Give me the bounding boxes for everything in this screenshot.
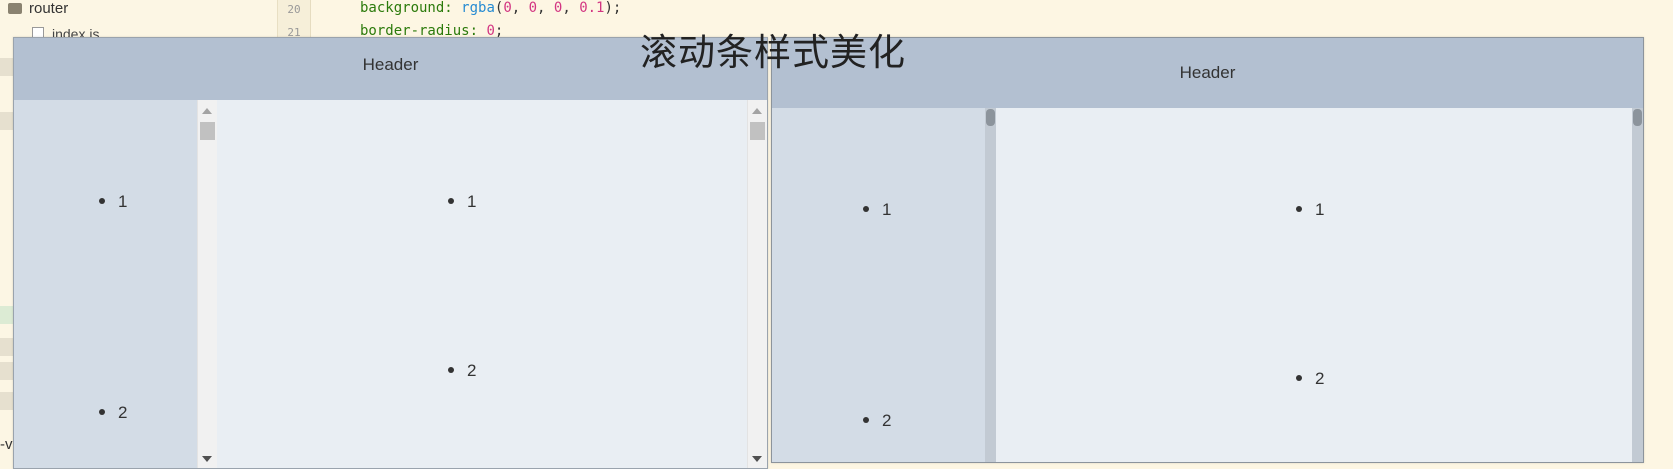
list-item: 2 xyxy=(863,411,891,431)
list-item: 2 xyxy=(448,361,476,381)
tree-stub xyxy=(0,338,14,356)
bullet-icon xyxy=(1296,375,1302,381)
scroll-up-arrow-icon[interactable] xyxy=(752,108,762,114)
list-item-label: 1 xyxy=(467,192,477,211)
demo-styled-scrollbar: Header 1 2 1 2 xyxy=(771,37,1644,463)
demo-main[interactable]: 1 2 xyxy=(217,100,767,468)
list-item-label: 1 xyxy=(118,192,128,211)
list-item: 2 xyxy=(99,403,127,423)
bullet-icon xyxy=(99,409,105,415)
list-item-label: 2 xyxy=(882,411,892,430)
code-num: 0 xyxy=(503,0,512,16)
list-item-label: 1 xyxy=(882,200,892,219)
code-punc: , xyxy=(511,0,529,16)
folder-icon xyxy=(8,3,22,14)
tree-folder-router[interactable]: router xyxy=(8,0,68,17)
list-item-label: 2 xyxy=(118,403,128,422)
scroll-thumb[interactable] xyxy=(200,122,215,140)
scroll-down-arrow-icon[interactable] xyxy=(202,456,212,462)
code-punc: ); xyxy=(604,0,622,16)
scroll-thumb[interactable] xyxy=(1633,109,1642,126)
styled-scrollbar[interactable] xyxy=(1632,108,1643,462)
list-item: 1 xyxy=(1296,200,1324,220)
bullet-icon xyxy=(448,367,454,373)
list-item: 1 xyxy=(448,192,476,212)
demo-aside[interactable]: 1 2 xyxy=(772,108,996,462)
list-item-label: 1 xyxy=(1315,200,1325,219)
list-item-label: 2 xyxy=(467,361,477,380)
scrollbar[interactable] xyxy=(747,100,767,468)
tree-stub xyxy=(0,306,14,324)
bullet-icon xyxy=(1296,206,1302,212)
list-item: 1 xyxy=(863,200,891,220)
demo-default-scrollbar: Header 1 2 1 2 xyxy=(13,37,768,469)
tree-cut-text: -v xyxy=(0,436,13,453)
scroll-thumb[interactable] xyxy=(750,122,765,140)
tree-folder-label: router xyxy=(29,0,69,17)
scroll-thumb[interactable] xyxy=(986,109,995,126)
bullet-icon xyxy=(863,417,869,423)
code-line: background: rgba(0, 0, 0, 0.1); xyxy=(360,0,621,16)
line-number: 20 xyxy=(287,3,301,16)
scrollbar[interactable] xyxy=(197,100,217,468)
scroll-down-arrow-icon[interactable] xyxy=(752,456,762,462)
code-prop: background: xyxy=(360,0,462,16)
tree-stub xyxy=(0,362,14,380)
list-item-label: 2 xyxy=(1315,369,1325,388)
code-num: 0.1 xyxy=(579,0,605,16)
tree-stub xyxy=(0,58,14,76)
code-punc: , xyxy=(537,0,554,16)
bullet-icon xyxy=(99,198,105,204)
code-num: 0 xyxy=(528,0,538,16)
styled-scrollbar[interactable] xyxy=(985,108,996,462)
demo-main[interactable]: 1 2 xyxy=(996,108,1643,462)
tree-stub xyxy=(0,392,14,410)
code-punc: , xyxy=(562,0,580,16)
demo-aside[interactable]: 1 2 xyxy=(14,100,217,468)
list-item: 1 xyxy=(99,192,127,212)
bullet-icon xyxy=(863,206,869,212)
page-title: 滚动条样式美化 xyxy=(640,31,906,74)
code-fn: rgba xyxy=(461,0,495,16)
bullet-icon xyxy=(448,198,454,204)
scroll-up-arrow-icon[interactable] xyxy=(202,108,212,114)
tree-stub xyxy=(0,112,14,130)
list-item: 2 xyxy=(1296,369,1324,389)
